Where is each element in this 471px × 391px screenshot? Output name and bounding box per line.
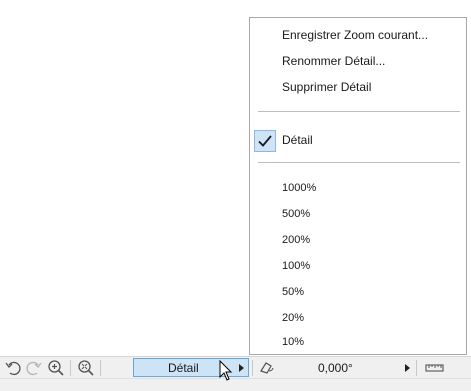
measure-icon[interactable] (424, 359, 446, 377)
view-toolbar: Détail 0,000° (0, 356, 471, 378)
toolbar-separator (70, 360, 71, 376)
menu-item-zoom-500[interactable]: 500% (282, 208, 310, 220)
toolbar-separator (252, 360, 253, 376)
orientation-angle-value[interactable]: 0,000° (318, 361, 353, 375)
orientation-icon[interactable] (258, 359, 276, 377)
menu-item-zoom-100[interactable]: 100% (282, 260, 310, 272)
menu-item-zoom-10[interactable]: 10% (282, 336, 304, 348)
menu-separator (258, 111, 460, 112)
menu-item-zoom-200[interactable]: 200% (282, 234, 310, 246)
toolbar-separator (416, 360, 417, 376)
checkmark-icon (254, 130, 276, 152)
caret-right-icon (239, 364, 244, 372)
menu-item-zoom-1000[interactable]: 1000% (282, 182, 316, 194)
menu-item-zoom-50[interactable]: 50% (282, 286, 304, 298)
toolbar-separator (100, 360, 101, 376)
menu-item-detail[interactable]: Détail (282, 133, 313, 147)
menu-item-save-current-zoom[interactable]: Enregistrer Zoom courant... (282, 28, 428, 42)
status-bar (0, 378, 471, 391)
view-context-menu: Enregistrer Zoom courant... Renommer Dét… (249, 17, 467, 355)
undo-view-icon[interactable] (4, 359, 22, 377)
menu-item-delete-detail[interactable]: Supprimer Détail (282, 80, 371, 94)
menu-item-rename-detail[interactable]: Renommer Détail... (282, 54, 385, 68)
menu-separator (258, 162, 460, 163)
detail-button-label: Détail (168, 361, 199, 375)
redo-view-icon[interactable] (25, 359, 43, 377)
menu-item-zoom-20[interactable]: 20% (282, 312, 304, 324)
mouse-cursor-icon (219, 360, 233, 381)
caret-right-icon[interactable] (405, 364, 410, 372)
fit-in-window-icon[interactable] (77, 359, 95, 377)
zoom-in-icon[interactable] (47, 359, 65, 377)
